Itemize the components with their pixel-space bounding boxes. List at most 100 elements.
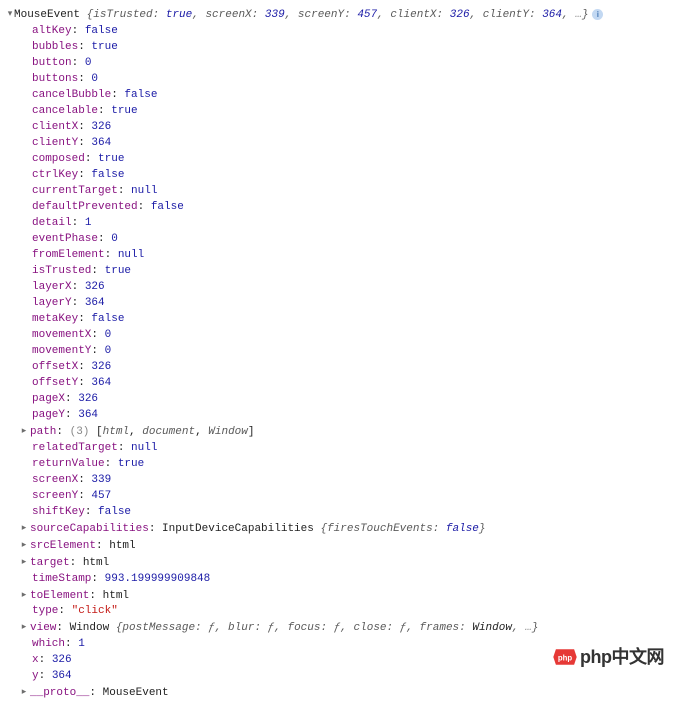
property-row-button: button: 0 <box>4 55 674 71</box>
property-key: timeStamp <box>32 573 91 585</box>
property-row-view[interactable]: view: Window {postMessage: ƒ, blur: ƒ, f… <box>4 619 674 636</box>
property-row-buttons: buttons: 0 <box>4 71 674 87</box>
property-row-sourceCapabilities[interactable]: sourceCapabilities: InputDeviceCapabilit… <box>4 520 674 537</box>
expand-toggle-icon[interactable] <box>20 619 28 635</box>
property-value: true <box>105 265 131 277</box>
expand-toggle-icon[interactable] <box>20 520 28 536</box>
property-row-metaKey: metaKey: false <box>4 311 674 327</box>
property-key: type <box>32 605 58 617</box>
property-row-altKey: altKey: false <box>4 23 674 39</box>
property-value: 0 <box>85 57 92 69</box>
property-row-eventPhase: eventPhase: 0 <box>4 231 674 247</box>
property-row-__proto__[interactable]: __proto__: MouseEvent <box>4 684 674 701</box>
property-key: __proto__ <box>30 687 89 699</box>
property-value: true <box>98 153 124 165</box>
property-key: bubbles <box>32 41 78 53</box>
property-row-isTrusted: isTrusted: true <box>4 263 674 279</box>
property-row-target[interactable]: target: html <box>4 554 674 571</box>
property-key: cancelBubble <box>32 89 111 101</box>
property-key: currentTarget <box>32 185 118 197</box>
property-value: 326 <box>78 393 98 405</box>
expand-toggle-icon[interactable] <box>20 554 28 570</box>
property-key: offsetX <box>32 361 78 373</box>
property-row-bubbles: bubbles: true <box>4 39 674 55</box>
property-row-returnValue: returnValue: true <box>4 456 674 472</box>
property-row-clientY: clientY: 364 <box>4 135 674 151</box>
property-value: 1 <box>85 217 92 229</box>
property-value: 326 <box>91 361 111 373</box>
property-key: which <box>32 638 65 650</box>
property-value: 457 <box>91 490 111 502</box>
property-key: toElement <box>30 589 89 601</box>
array-item: document <box>142 426 195 438</box>
property-row-offsetY: offsetY: 364 <box>4 375 674 391</box>
property-value: 0 <box>105 345 112 357</box>
property-value: MouseEvent <box>103 687 169 699</box>
property-value: 364 <box>78 409 98 421</box>
property-value: html <box>83 557 109 569</box>
property-value: 1 <box>78 638 85 650</box>
property-row-path[interactable]: path: (3) [html, document, Window] <box>4 423 674 440</box>
expand-toggle-icon[interactable] <box>6 6 14 22</box>
property-key: composed <box>32 153 85 165</box>
expand-toggle-icon[interactable] <box>20 587 28 603</box>
property-row-composed: composed: true <box>4 151 674 167</box>
property-key: layerY <box>32 297 72 309</box>
property-key: screenY <box>32 490 78 502</box>
property-value: false <box>91 169 124 181</box>
property-key: clientX <box>32 121 78 133</box>
property-row-relatedTarget: relatedTarget: null <box>4 440 674 456</box>
property-value: true <box>91 41 117 53</box>
php-logo-icon: php <box>552 644 578 670</box>
property-row-ctrlKey: ctrlKey: false <box>4 167 674 183</box>
property-row-screenX: screenX: 339 <box>4 472 674 488</box>
property-key: srcElement <box>30 540 96 552</box>
property-row-screenY: screenY: 457 <box>4 488 674 504</box>
property-value: 364 <box>91 137 111 149</box>
property-key: pageX <box>32 393 65 405</box>
property-value: html <box>103 589 129 601</box>
property-row-layerY: layerY: 364 <box>4 295 674 311</box>
property-value: "click" <box>72 605 118 617</box>
expand-toggle-icon[interactable] <box>20 423 28 439</box>
console-object: MouseEvent {isTrusted: true, screenX: 33… <box>4 6 674 701</box>
property-key: cancelable <box>32 105 98 117</box>
property-row-detail: detail: 1 <box>4 215 674 231</box>
property-key: detail <box>32 217 72 229</box>
property-value: null <box>131 442 157 454</box>
property-value: 0 <box>91 73 98 85</box>
property-value: 364 <box>85 297 105 309</box>
property-value: 0 <box>105 329 112 341</box>
property-key: metaKey <box>32 313 78 325</box>
property-key: returnValue <box>32 458 105 470</box>
property-key: offsetY <box>32 377 78 389</box>
property-key: target <box>30 557 70 569</box>
property-value: true <box>118 458 144 470</box>
property-row-toElement[interactable]: toElement: html <box>4 587 674 604</box>
property-key: altKey <box>32 25 72 37</box>
property-row-defaultPrevented: defaultPrevented: false <box>4 199 674 215</box>
property-row-shiftKey: shiftKey: false <box>4 504 674 520</box>
info-icon[interactable]: i <box>592 9 603 20</box>
property-row-srcElement[interactable]: srcElement: html <box>4 537 674 554</box>
property-row-pageY: pageY: 364 <box>4 407 674 423</box>
property-value: 364 <box>52 670 72 682</box>
property-key: buttons <box>32 73 78 85</box>
expand-toggle-icon[interactable] <box>20 537 28 553</box>
property-value: 326 <box>85 281 105 293</box>
svg-text:php: php <box>558 653 573 662</box>
property-key: y <box>32 670 39 682</box>
property-key: isTrusted <box>32 265 91 277</box>
watermark-text: php中文网 <box>580 649 664 665</box>
property-value: null <box>131 185 157 197</box>
property-value: null <box>118 249 144 261</box>
property-row-clientX: clientX: 326 <box>4 119 674 135</box>
property-row-movementY: movementY: 0 <box>4 343 674 359</box>
property-key: fromElement <box>32 249 105 261</box>
property-value: 326 <box>91 121 111 133</box>
property-value: false <box>151 201 184 213</box>
property-value: false <box>91 313 124 325</box>
property-key: path <box>30 426 56 438</box>
property-row-layerX: layerX: 326 <box>4 279 674 295</box>
object-header[interactable]: MouseEvent {isTrusted: true, screenX: 33… <box>4 6 674 23</box>
